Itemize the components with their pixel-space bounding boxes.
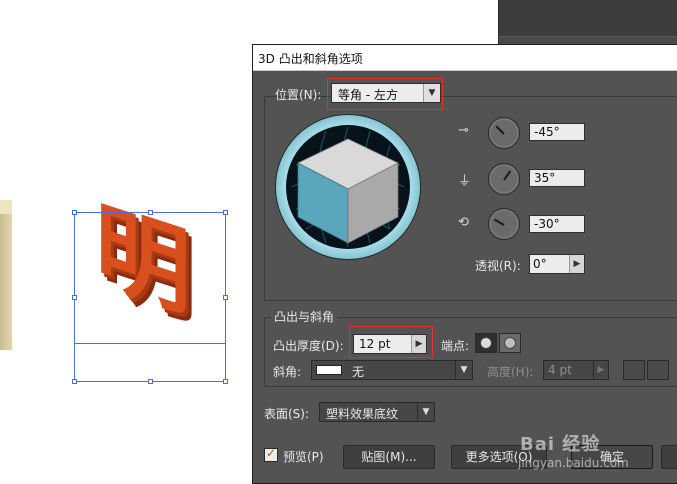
extrude-depth-label: 凸出厚度(D):: [273, 339, 344, 353]
canvas-beige-object[interactable]: [0, 200, 12, 350]
cap-label: 端点:: [441, 339, 470, 353]
highlight-box-position: [327, 78, 443, 110]
watermark-url: jingyan.baidu.com: [518, 456, 629, 470]
rotate-x-input[interactable]: -45°: [529, 123, 585, 141]
chevron-down-icon: ▼: [455, 361, 472, 379]
rotate-y-dial[interactable]: [488, 163, 520, 195]
selection-handle-l[interactable]: [72, 295, 77, 300]
rotate-z-axis-icon: ⟲: [458, 215, 469, 230]
selection-baseline: [74, 343, 226, 344]
cap-off-button[interactable]: [499, 333, 521, 353]
selection-handle-bl[interactable]: [72, 379, 77, 384]
bevel-value: 无: [352, 365, 365, 379]
checkmark-icon: ✓: [266, 446, 277, 460]
highlight-box-extrude-depth: [349, 326, 433, 358]
preview-label: 预览(P): [283, 450, 324, 464]
watermark-logo: Bai 经验: [520, 434, 601, 455]
position-label: 位置(N):: [275, 88, 322, 102]
rotate-x-dial[interactable]: [488, 117, 520, 149]
trackball-inner: [286, 125, 410, 249]
surface-label: 表面(S):: [264, 407, 310, 421]
map-button[interactable]: 贴图(M)...: [343, 445, 435, 469]
rotate-z-input[interactable]: -30°: [529, 215, 585, 233]
chevron-right-icon: ▶: [593, 361, 608, 379]
perspective-label: 透视(R):: [475, 259, 521, 273]
dialog-title: 3D 凸出和斜角选项: [258, 52, 363, 66]
selection-handle-b[interactable]: [148, 379, 153, 384]
bevel-in-button[interactable]: [647, 360, 669, 380]
bevel-dropdown[interactable]: 无 ▼: [311, 360, 473, 380]
rotate-x-axis-icon: ⊸: [458, 123, 469, 138]
perspective-dropdown[interactable]: 0° ▶: [529, 254, 585, 274]
bevel-height-dropdown[interactable]: 4 pt ▶: [543, 360, 609, 380]
3d-extrude-bevel-dialog: 3D 凸出和斜角选项 位置(N): 等角 - 左方 ▼ ⊸ -45° ⏚ 35°…: [252, 44, 677, 484]
chevron-right-icon: ▶: [569, 255, 584, 273]
chevron-down-icon: ▼: [417, 403, 434, 421]
selection-handle-t[interactable]: [148, 210, 153, 215]
selection-handle-tl[interactable]: [72, 210, 77, 215]
bevel-height-value: 4 pt: [548, 363, 572, 377]
perspective-value: 0°: [533, 257, 547, 271]
rotate-z-dial[interactable]: [488, 208, 520, 240]
dialog-titlebar[interactable]: 3D 凸出和斜角选项: [253, 45, 677, 71]
rotate-y-axis-icon: ⏚: [458, 174, 472, 189]
surface-dropdown[interactable]: 塑料效果底纹 ▼: [319, 402, 435, 422]
selection-handle-br[interactable]: [223, 379, 228, 384]
trackball-cube-svg: [291, 126, 405, 248]
bevel-preview-swatch: [316, 365, 342, 375]
bevel-height-label: 高度(H):: [487, 365, 534, 379]
surface-value: 塑料效果底纹: [326, 407, 399, 421]
extrude-bevel-group-label: 凸出与斜角: [271, 308, 338, 325]
preview-checkbox[interactable]: ✓: [264, 446, 278, 462]
rotate-y-input[interactable]: 35°: [529, 169, 585, 187]
cap-on-button[interactable]: [475, 333, 497, 353]
bevel-out-button[interactable]: [623, 360, 645, 380]
selection-handle-r[interactable]: [223, 295, 228, 300]
canvas-beige-object-top: [0, 200, 12, 214]
selection-handle-tr[interactable]: [223, 210, 228, 215]
bevel-label: 斜角:: [273, 365, 302, 379]
selection-bounding-box[interactable]: [72, 210, 228, 384]
cancel-button[interactable]: [661, 445, 677, 469]
